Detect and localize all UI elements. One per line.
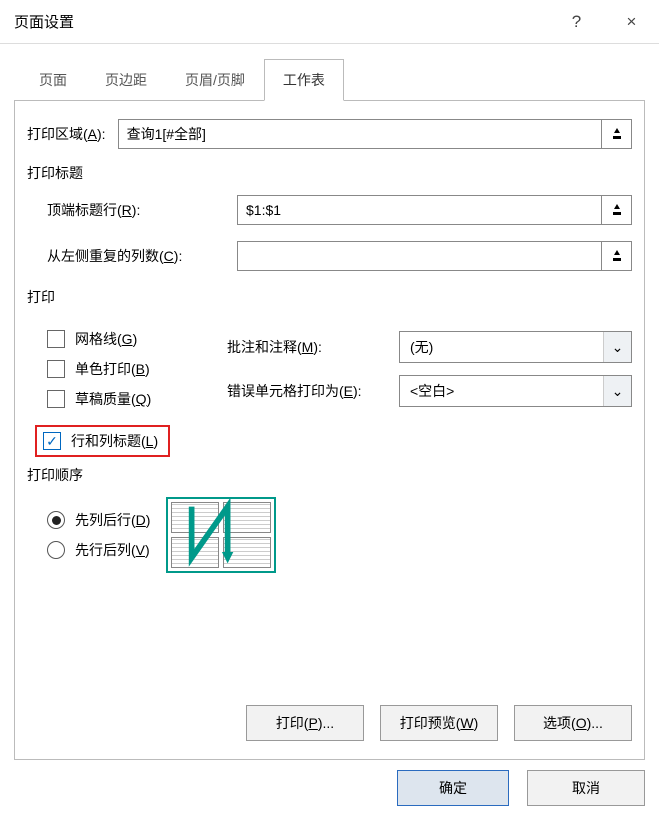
blackwhite-label: 单色打印(B) [75, 359, 150, 379]
rowcol-row[interactable]: 行和列标题(L) [43, 431, 158, 451]
over-down-label: 先行后列(V) [75, 540, 150, 560]
page-order-header: 打印顺序 [27, 465, 632, 485]
draft-row[interactable]: 草稿质量(Q) [47, 389, 207, 409]
left-cols-label: 从左侧重复的列数(C): [47, 246, 237, 266]
collapse-range-icon [610, 249, 624, 263]
print-title-header: 打印标题 [27, 163, 632, 183]
print-header: 打印 [27, 287, 632, 307]
errors-select[interactable]: <空白> ⌄ [399, 375, 632, 407]
titlebar: 页面设置 ? × [0, 0, 659, 44]
top-rows-input[interactable] [238, 196, 601, 224]
help-button[interactable]: ? [549, 0, 604, 44]
panel-actions: 打印(P)... 打印预览(W) 选项(O)... [246, 705, 632, 741]
comments-select[interactable]: (无) ⌄ [399, 331, 632, 363]
blackwhite-row[interactable]: 单色打印(B) [47, 359, 207, 379]
rowcol-label: 行和列标题(L) [71, 431, 158, 451]
over-down-radio[interactable] [47, 541, 65, 559]
dialog-footer: 确定 取消 [0, 770, 659, 820]
comments-label: 批注和注释(M): [227, 337, 387, 357]
tab-sheet[interactable]: 工作表 [264, 59, 344, 101]
errors-label: 错误单元格打印为(E): [227, 381, 387, 401]
draft-label: 草稿质量(Q) [75, 389, 151, 409]
print-checkboxes: 网格线(G) 单色打印(B) 草稿质量(Q) [47, 319, 207, 419]
left-cols-range-button[interactable] [601, 242, 631, 270]
print-area-input[interactable] [119, 120, 601, 148]
comments-value: (无) [400, 337, 603, 357]
dialog-title: 页面设置 [14, 11, 549, 32]
page-order-illustration [166, 497, 276, 573]
ok-button[interactable]: 确定 [397, 770, 509, 806]
print-area-input-wrap [118, 119, 632, 149]
chevron-down-icon: ⌄ [603, 376, 631, 406]
errors-row: 错误单元格打印为(E): <空白> ⌄ [227, 375, 632, 407]
left-cols-row: 从左侧重复的列数(C): [47, 241, 632, 271]
left-cols-input[interactable] [238, 242, 601, 270]
comments-row: 批注和注释(M): (无) ⌄ [227, 331, 632, 363]
order-arrow-icon [168, 499, 274, 571]
tab-page[interactable]: 页面 [20, 59, 86, 101]
down-over-radio[interactable] [47, 511, 65, 529]
down-over-row[interactable]: 先列后行(D) [47, 510, 150, 530]
print-button[interactable]: 打印(P)... [246, 705, 364, 741]
rowcol-checkbox[interactable] [43, 432, 61, 450]
collapse-range-icon [610, 127, 624, 141]
down-over-label: 先列后行(D) [75, 510, 150, 530]
top-rows-input-wrap [237, 195, 632, 225]
top-rows-range-button[interactable] [601, 196, 631, 224]
top-rows-label: 顶端标题行(R): [47, 200, 237, 220]
draft-checkbox[interactable] [47, 390, 65, 408]
chevron-down-icon: ⌄ [603, 332, 631, 362]
over-down-row[interactable]: 先行后列(V) [47, 540, 150, 560]
top-rows-row: 顶端标题行(R): [47, 195, 632, 225]
page-order-radios: 先列后行(D) 先行后列(V) [47, 500, 150, 570]
blackwhite-checkbox[interactable] [47, 360, 65, 378]
tab-strip: 页面 页边距 页眉/页脚 工作表 [20, 58, 649, 100]
print-area-row: 打印区域(A): [27, 119, 632, 149]
close-button[interactable]: × [604, 0, 659, 44]
tab-margins[interactable]: 页边距 [86, 59, 166, 101]
print-area-range-button[interactable] [601, 120, 631, 148]
sheet-panel: 打印区域(A): 打印标题 顶端标题行(R): 从左侧重复的列数(C): [14, 100, 645, 760]
rowcol-highlight: 行和列标题(L) [35, 425, 170, 457]
gridlines-row[interactable]: 网格线(G) [47, 329, 207, 349]
print-area-label: 打印区域(A): [27, 124, 106, 144]
left-cols-input-wrap [237, 241, 632, 271]
print-selects: 批注和注释(M): (无) ⌄ 错误单元格打印为(E): <空白> ⌄ [227, 319, 632, 419]
print-options: 网格线(G) 单色打印(B) 草稿质量(Q) 批注和注释(M): (无) ⌄ 错… [47, 319, 632, 419]
options-button[interactable]: 选项(O)... [514, 705, 632, 741]
print-preview-button[interactable]: 打印预览(W) [380, 705, 498, 741]
cancel-button[interactable]: 取消 [527, 770, 645, 806]
gridlines-label: 网格线(G) [75, 329, 137, 349]
collapse-range-icon [610, 203, 624, 217]
errors-value: <空白> [400, 381, 603, 401]
gridlines-checkbox[interactable] [47, 330, 65, 348]
tab-header-footer[interactable]: 页眉/页脚 [166, 59, 264, 101]
